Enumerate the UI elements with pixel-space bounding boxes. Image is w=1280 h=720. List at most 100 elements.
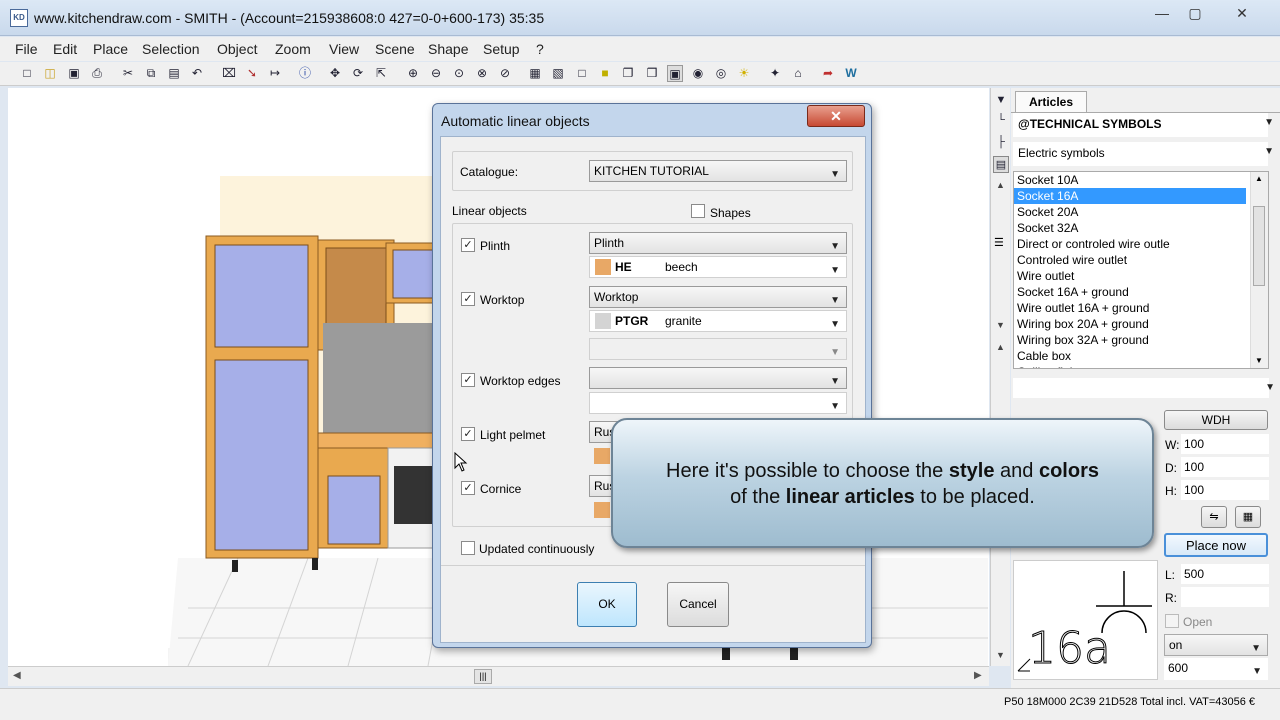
scroll-up-icon[interactable]: ▲ — [996, 180, 1005, 190]
render-3d-icon[interactable]: ▣ — [667, 65, 683, 82]
menu-edit[interactable]: Edit — [53, 41, 77, 57]
pin-icon[interactable]: ▼ — [993, 92, 1009, 109]
empty-select[interactable]: ▼ — [1013, 378, 1275, 398]
box-icon[interactable]: ❒ — [644, 65, 660, 82]
list-item[interactable]: Wire outlet — [1014, 268, 1268, 284]
list-view-icon[interactable]: ☰ — [994, 236, 1004, 249]
menu-help[interactable]: ? — [536, 41, 544, 57]
list-item[interactable]: Ceiling fitting — [1014, 364, 1268, 368]
on-select[interactable]: on ▼ — [1164, 634, 1268, 656]
depth-input[interactable]: 100 — [1181, 457, 1269, 477]
zoom-previous-icon[interactable]: ⊘ — [497, 65, 513, 82]
size-select[interactable]: 600 ▼ — [1164, 658, 1268, 680]
menu-place[interactable]: Place — [93, 41, 128, 57]
menu-view[interactable]: View — [329, 41, 359, 57]
catalog-tool-icon[interactable]: ▤ — [993, 156, 1009, 173]
height-input[interactable]: 100 — [1181, 480, 1269, 500]
menu-zoom[interactable]: Zoom — [275, 41, 311, 57]
frame-icon[interactable]: □ — [574, 65, 590, 82]
list-item[interactable]: Socket 16A — [1014, 188, 1246, 204]
list-item[interactable]: Socket 32A — [1014, 220, 1268, 236]
plinth-checkbox[interactable]: ✓ — [461, 238, 475, 252]
plinth-style-select[interactable]: Plinth ▼ — [589, 232, 847, 254]
horizontal-scrollbar[interactable]: ◀ ||| ▶ — [8, 666, 989, 686]
dimension-icon[interactable]: ⌧ — [221, 65, 237, 82]
list-item[interactable]: Wiring box 32A + ground — [1014, 332, 1268, 348]
worktop-edges-color-select[interactable]: ▼ — [589, 392, 847, 414]
cornice-checkbox[interactable]: ✓ — [461, 481, 475, 495]
zoom-out-icon[interactable]: ⊖ — [428, 65, 444, 82]
cut-icon[interactable]: ✂ — [120, 65, 136, 82]
article-list[interactable]: Socket 10A Socket 16A Socket 20A Socket 32A… — [1013, 171, 1269, 369]
paste-icon[interactable]: ▤ — [166, 65, 182, 82]
menu-setup[interactable]: Setup — [483, 41, 520, 57]
tools-icon[interactable]: ✦ — [767, 65, 783, 82]
catalog-select[interactable]: @TECHNICAL SYMBOLS ▼ — [1013, 113, 1274, 137]
place-now-button[interactable]: Place now — [1164, 533, 1268, 557]
family-select[interactable]: Electric symbols ▼ — [1013, 142, 1274, 166]
web-icon[interactable]: W — [843, 65, 859, 82]
maximize-button[interactable]: ▢ — [1181, 4, 1209, 24]
list-item[interactable]: Cable box — [1014, 348, 1268, 364]
zoom-in-icon[interactable]: ⊕ — [405, 65, 421, 82]
list-item[interactable]: Controled wire outlet — [1014, 252, 1268, 268]
dialog-close-button[interactable]: ✕ — [807, 105, 865, 127]
menu-selection[interactable]: Selection — [142, 41, 200, 57]
color-render-icon[interactable]: ■ — [597, 65, 613, 82]
new-icon[interactable]: □ — [19, 65, 35, 82]
scroll-right-icon[interactable]: ▶ — [974, 670, 982, 681]
zoom-window-icon[interactable]: ⊗ — [474, 65, 490, 82]
menu-file[interactable]: File — [15, 41, 38, 57]
zoom-all-icon[interactable]: ⊙ — [451, 65, 467, 82]
updated-continuously-checkbox[interactable] — [461, 541, 475, 555]
wall-tool-icon[interactable]: └ — [993, 112, 1009, 129]
menu-shape[interactable]: Shape — [428, 41, 468, 57]
catalogue-select[interactable]: KITCHEN TUTORIAL ▼ — [589, 160, 847, 182]
save-icon[interactable]: ▣ — [66, 65, 82, 82]
length-input[interactable]: 500 — [1181, 564, 1269, 584]
worktop-checkbox[interactable]: ✓ — [461, 292, 475, 306]
print-icon[interactable]: ⎙ — [89, 65, 105, 82]
scroll-thumb[interactable]: ||| — [474, 669, 492, 684]
scroll-up-icon-2[interactable]: ▲ — [996, 342, 1005, 352]
ok-button[interactable]: OK — [577, 582, 637, 627]
wdh-button[interactable]: WDH — [1164, 410, 1268, 430]
undo-icon[interactable]: ↶ — [189, 65, 205, 82]
r-input[interactable] — [1181, 587, 1269, 607]
worktop-edges-style-select[interactable]: ▼ — [589, 367, 847, 389]
worktop-color-select[interactable]: PTGR granite ▼ — [589, 310, 847, 332]
list-item[interactable]: Socket 10A — [1014, 172, 1268, 188]
open-checkbox[interactable] — [1165, 614, 1179, 628]
corner-tool-icon[interactable]: ├ — [993, 134, 1009, 151]
list-item[interactable]: Socket 16A + ground — [1014, 284, 1268, 300]
list-scrollbar[interactable]: ▲ ▼ — [1250, 172, 1268, 368]
elevation-icon[interactable]: ▧ — [550, 65, 566, 82]
photo-icon[interactable]: ◎ — [713, 65, 729, 82]
light-icon[interactable]: ☀ — [736, 65, 752, 82]
copy-icon[interactable]: ⧉ — [143, 65, 159, 82]
worktop-edges-checkbox[interactable]: ✓ — [461, 373, 475, 387]
list-item[interactable]: Direct or controled wire outle — [1014, 236, 1268, 252]
scroll-down-icon[interactable]: ▼ — [1255, 356, 1263, 365]
list-item[interactable]: Socket 20A — [1014, 204, 1268, 220]
light-pelmet-checkbox[interactable]: ✓ — [461, 427, 475, 441]
list-scroll-thumb[interactable] — [1253, 206, 1265, 286]
scroll-down-icon-2[interactable]: ▼ — [996, 650, 1005, 660]
open-folder-icon[interactable]: ◫ — [42, 65, 58, 82]
move-icon[interactable]: ✥ — [327, 65, 343, 82]
grid-icon[interactable]: ▦ — [1235, 506, 1261, 528]
list-item[interactable]: Wire outlet 16A + ground — [1014, 300, 1268, 316]
plan-icon[interactable]: ▦ — [527, 65, 543, 82]
pick-icon[interactable]: ➘ — [244, 65, 260, 82]
house-icon[interactable]: ⌂ — [790, 65, 806, 82]
shapes-checkbox[interactable] — [691, 204, 705, 218]
worktop-extra-select[interactable]: ▼ — [589, 338, 847, 360]
list-item[interactable]: Wiring box 20A + ground — [1014, 316, 1268, 332]
minimize-button[interactable]: — — [1148, 4, 1176, 24]
perspective-icon[interactable]: ❐ — [620, 65, 636, 82]
info-icon[interactable]: ⓘ — [297, 65, 313, 82]
scroll-down-icon[interactable]: ▼ — [996, 320, 1005, 330]
scroll-left-icon[interactable]: ◀ — [13, 670, 21, 681]
measure-icon[interactable]: ↦ — [267, 65, 283, 82]
close-button[interactable]: ✕ — [1228, 4, 1256, 24]
